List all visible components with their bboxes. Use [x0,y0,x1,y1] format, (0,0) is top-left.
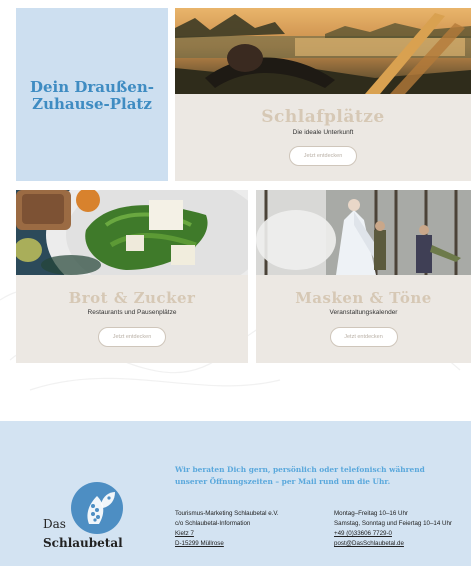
discover-button[interactable]: Jetzt entdecken [329,327,398,347]
forest-performers-image [256,190,471,275]
card-schlafplaetze[interactable]: Schlafplätze Die ideale Unterkunft Jetzt… [175,8,471,181]
footer-lead-line2: unserer Öffnungszeiten – per Mail rund u… [175,477,391,486]
card-masken-toene[interactable]: Masken & Töne Veranstaltungskalender Jet… [256,190,471,363]
hero-title: Dein Draußen- Zuhause-Platz [16,79,168,113]
leaf-logo-icon[interactable] [71,482,123,534]
hero-title-line1: Dein Draußen- [30,78,154,96]
footer: Wir beraten Dich gern, persönlich oder t… [0,421,471,566]
address-block: Tourismus-Marketing Schlaubetal e.V. c/o… [175,509,279,549]
discover-button[interactable]: Jetzt entdecken [289,146,357,166]
card-title: Brot & Zucker [68,289,196,307]
food-plate-image [16,190,248,275]
card-subtitle: Veranstaltungskalender [329,309,398,316]
discover-button[interactable]: Jetzt entdecken [98,327,166,347]
address-street-link[interactable]: Kietz 7 [175,529,279,539]
hours-block: Montag–Freitag 10–16 Uhr Samstag, Sonnta… [334,509,452,549]
card-title: Masken & Töne [295,289,432,307]
logo-das: Das [43,517,66,531]
hero-title-line2: Zuhause-Platz [32,95,152,113]
phone-link[interactable]: +49 (0)33606 7729-0 [334,529,452,539]
hero-tile: Dein Draußen- Zuhause-Platz [16,8,168,181]
address-city-link[interactable]: D-15299 Müllrose [175,539,279,549]
hours-line1: Montag–Freitag 10–16 Uhr [334,510,408,517]
logo-name: Schlaubetal [43,536,123,550]
card-subtitle: Die ideale Unterkunft [292,129,354,136]
email-link[interactable]: post@DasSchlaubetal.de [334,539,452,549]
card-subtitle: Restaurants und Pausenplätze [87,309,177,316]
address-line2: c/o Schlaubetal-Information [175,520,251,527]
address-line1: Tourismus-Marketing Schlaubetal e.V. [175,510,279,517]
hammock-lake-image [175,8,471,94]
footer-lead: Wir beraten Dich gern, persönlich oder t… [175,464,465,488]
footer-lead-line1: Wir beraten Dich gern, persönlich oder t… [175,465,425,474]
card-title: Schlafplätze [261,107,385,127]
leaf-logo-icon-svg [87,492,115,524]
card-brot-zucker[interactable]: Brot & Zucker Restaurants und Pausenplät… [16,190,248,363]
hours-line2: Samstag, Sonntag und Feiertag 10–14 Uhr [334,520,452,527]
